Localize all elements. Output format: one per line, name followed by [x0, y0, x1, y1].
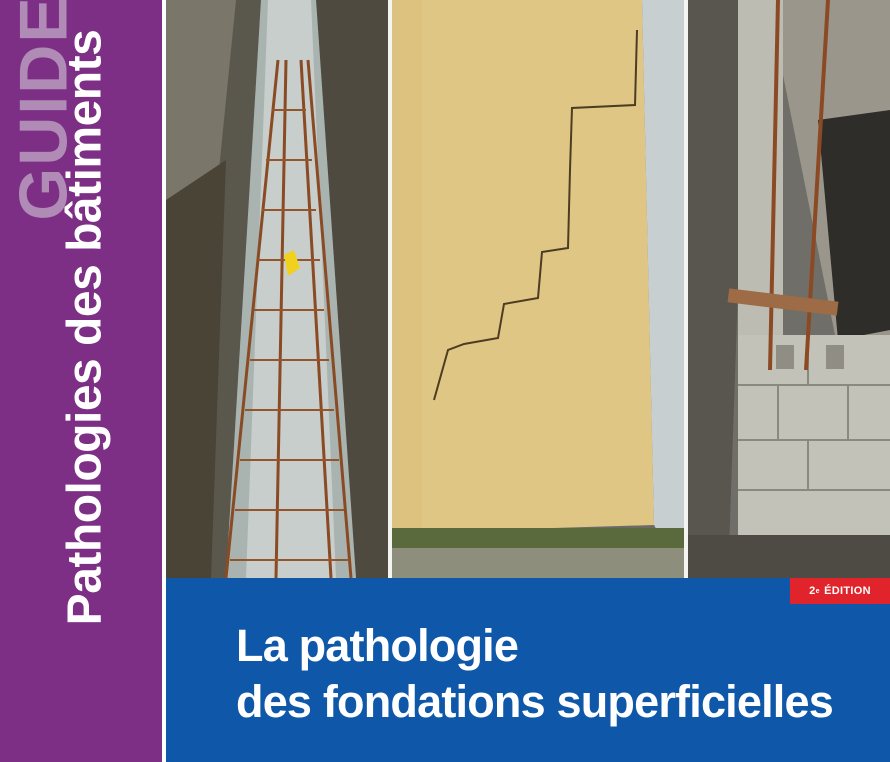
edition-word: ÉDITION	[820, 585, 871, 597]
edition-badge: 2e ÉDITION	[790, 578, 890, 604]
title-line-1: La pathologie	[236, 620, 519, 671]
cover-spine: GUIDE Pathologies des bâtiments	[0, 0, 162, 762]
book-title: La pathologie des fondations superficiel…	[236, 618, 876, 730]
series-title: Pathologies des bâtiments	[58, 29, 112, 625]
edition-suffix: e	[815, 587, 820, 595]
foundation-trench-rebar-photo	[166, 0, 388, 578]
cracked-rendered-wall-photo	[392, 0, 684, 578]
book-cover: GUIDE Pathologies des bâtiments 2 e ÉDIT…	[0, 0, 890, 762]
photo-band	[166, 0, 890, 578]
concrete-block-foundation-photo	[688, 0, 890, 578]
title-line-2: des fondations superficielles	[236, 676, 834, 727]
series-title-wrap: Pathologies des bâtiments	[50, 22, 120, 632]
title-band: 2e ÉDITION La pathologie des fondations …	[166, 578, 890, 762]
